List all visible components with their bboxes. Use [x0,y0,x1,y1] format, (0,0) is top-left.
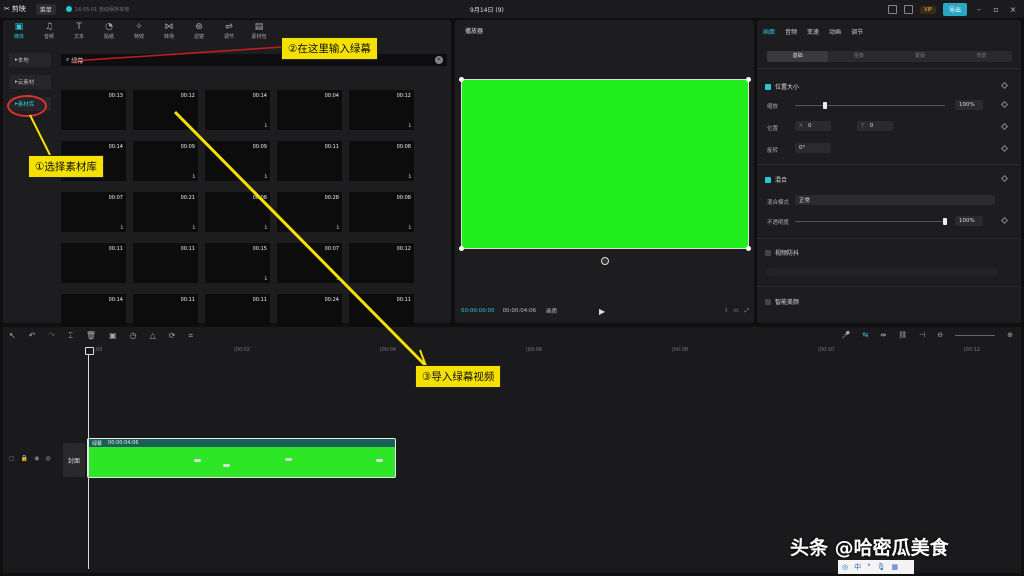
callout-step1: ①选择素材库 [28,155,104,178]
callout-step3: ③导入绿幕视频 [415,365,502,388]
ime-logo-icon: ◎ [842,563,849,571]
arrow-line [71,46,284,62]
callout-step2: ②在这里输入绿幕 [281,37,378,60]
arrow-line [173,110,428,368]
annotation-arrows [29,46,428,368]
apps-icon[interactable]: ▦ [892,563,899,571]
mic-icon[interactable]: 🎙 [877,563,886,571]
ime-toolbar[interactable]: ◎ 中 ° 🎙 ▦ [838,560,914,574]
ime-language[interactable]: 中 [854,562,861,572]
watermark: 头条 @哈密瓜美食 [790,537,949,559]
punctuation-icon[interactable]: ° [867,563,871,571]
arrow-line [29,114,51,156]
